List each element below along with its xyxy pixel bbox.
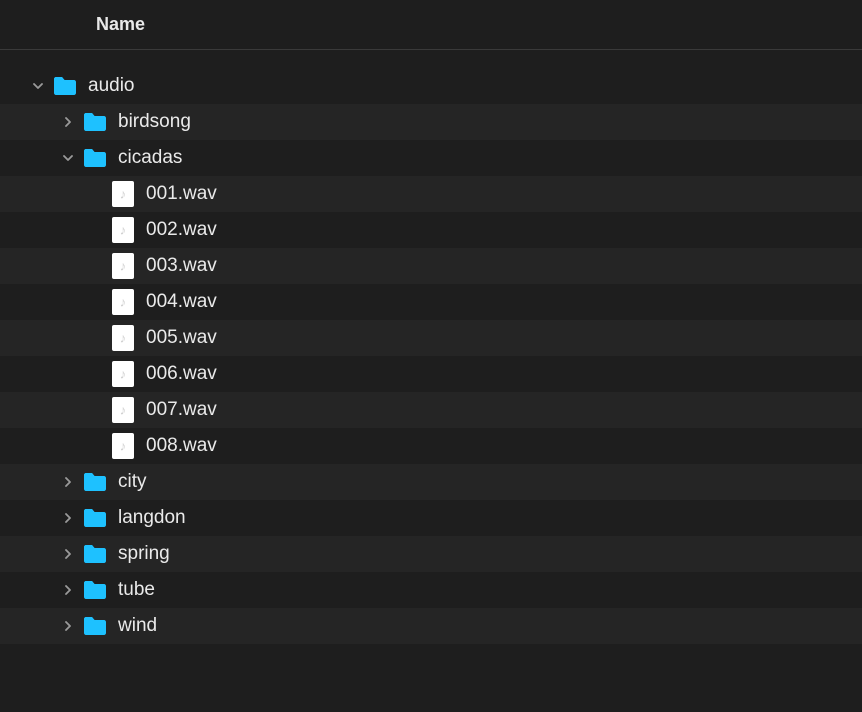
folder-row[interactable]: city — [0, 464, 862, 500]
file-label: 002.wav — [146, 219, 217, 241]
file-row[interactable]: 003.wav — [0, 248, 862, 284]
file-label: 006.wav — [146, 363, 217, 385]
folder-row[interactable]: langdon — [0, 500, 862, 536]
file-row[interactable]: 004.wav — [0, 284, 862, 320]
folder-icon — [82, 579, 108, 601]
audio-file-icon — [112, 217, 134, 243]
folder-label: birdsong — [118, 111, 191, 133]
file-label: 004.wav — [146, 291, 217, 313]
chevron-right-icon[interactable] — [60, 546, 76, 562]
file-label: 008.wav — [146, 435, 217, 457]
file-label: 005.wav — [146, 327, 217, 349]
audio-file-icon — [112, 361, 134, 387]
folder-icon — [82, 111, 108, 133]
folder-label: cicadas — [118, 147, 182, 169]
file-label: 003.wav — [146, 255, 217, 277]
folder-label: wind — [118, 615, 157, 637]
chevron-right-icon[interactable] — [60, 582, 76, 598]
folder-label: tube — [118, 579, 155, 601]
column-header-name[interactable]: Name — [96, 14, 145, 35]
folder-icon — [82, 147, 108, 169]
file-row[interactable]: 005.wav — [0, 320, 862, 356]
chevron-right-icon[interactable] — [60, 114, 76, 130]
folder-row[interactable]: tube — [0, 572, 862, 608]
chevron-down-icon[interactable] — [30, 78, 46, 94]
folder-icon — [52, 75, 78, 97]
chevron-right-icon[interactable] — [60, 618, 76, 634]
audio-file-icon — [112, 253, 134, 279]
file-tree: audio birdsong cicadas 001.wav 002.wav 003.… — [0, 50, 862, 644]
folder-label: city — [118, 471, 147, 493]
file-row[interactable]: 006.wav — [0, 356, 862, 392]
chevron-right-icon[interactable] — [60, 510, 76, 526]
folder-icon — [82, 507, 108, 529]
folder-icon — [82, 471, 108, 493]
audio-file-icon — [112, 325, 134, 351]
folder-row[interactable]: wind — [0, 608, 862, 644]
audio-file-icon — [112, 181, 134, 207]
file-row[interactable]: 001.wav — [0, 176, 862, 212]
folder-label: spring — [118, 543, 170, 565]
file-row[interactable]: 002.wav — [0, 212, 862, 248]
folder-row[interactable]: birdsong — [0, 104, 862, 140]
folder-row[interactable]: spring — [0, 536, 862, 572]
folder-row[interactable]: audio — [0, 68, 862, 104]
audio-file-icon — [112, 433, 134, 459]
folder-row[interactable]: cicadas — [0, 140, 862, 176]
file-row[interactable]: 007.wav — [0, 392, 862, 428]
file-label: 007.wav — [146, 399, 217, 421]
audio-file-icon — [112, 397, 134, 423]
chevron-down-icon[interactable] — [60, 150, 76, 166]
folder-icon — [82, 543, 108, 565]
audio-file-icon — [112, 289, 134, 315]
folder-label: langdon — [118, 507, 186, 529]
file-row[interactable]: 008.wav — [0, 428, 862, 464]
column-header-row: Name — [0, 0, 862, 50]
chevron-right-icon[interactable] — [60, 474, 76, 490]
folder-label: audio — [88, 75, 135, 97]
folder-icon — [82, 615, 108, 637]
file-label: 001.wav — [146, 183, 217, 205]
